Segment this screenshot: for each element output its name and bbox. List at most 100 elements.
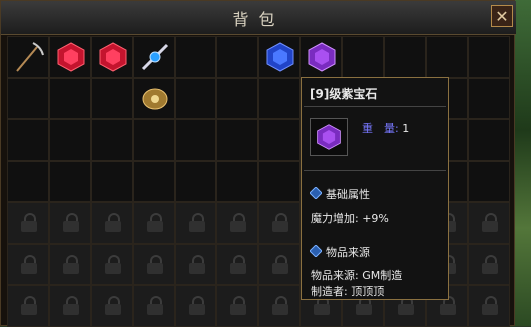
inventory-slot[interactable] <box>174 77 217 119</box>
inventory-slot[interactable] <box>216 77 259 119</box>
lock-icon <box>146 296 163 315</box>
attribute-label: 魔力增加: <box>311 212 359 225</box>
locked-slot[interactable] <box>467 202 510 244</box>
lock-icon <box>188 296 205 315</box>
lock-icon <box>146 213 163 232</box>
locked-slot[interactable] <box>467 285 510 327</box>
close-button[interactable]: ✕ <box>491 5 513 27</box>
source-line: 物品来源: GM制造 <box>311 269 403 282</box>
inventory-slot[interactable] <box>174 119 217 161</box>
inventory-slot[interactable] <box>300 36 343 78</box>
section-basic-attributes: 基础属性 <box>326 188 370 201</box>
locked-slot[interactable] <box>258 202 301 244</box>
locked-slot[interactable] <box>216 243 259 285</box>
locked-slot[interactable] <box>132 285 175 327</box>
inventory-slot[interactable] <box>258 77 301 119</box>
locked-slot[interactable] <box>48 243 91 285</box>
locked-slot[interactable] <box>48 285 91 327</box>
lock-icon <box>104 296 121 315</box>
inventory-slot[interactable] <box>467 160 510 202</box>
purple-gem-icon[interactable] <box>306 41 338 73</box>
inventory-slot[interactable] <box>90 119 133 161</box>
inventory-slot[interactable] <box>48 36 91 78</box>
inventory-slot[interactable] <box>174 36 217 78</box>
lock-icon <box>230 213 247 232</box>
lock-icon <box>104 213 121 232</box>
inventory-slot[interactable] <box>90 36 133 78</box>
lock-icon <box>21 213 37 232</box>
lock-icon <box>21 254 37 274</box>
window-title: 背包 <box>232 10 285 29</box>
inventory-slot[interactable] <box>216 160 259 202</box>
lock-icon <box>272 254 289 274</box>
inventory-slot[interactable] <box>467 77 510 119</box>
locked-slot[interactable] <box>174 285 217 327</box>
lock-icon <box>481 254 498 274</box>
lock-icon <box>230 296 247 315</box>
locked-slot[interactable] <box>467 243 510 285</box>
gold-ornament-icon[interactable] <box>139 83 171 115</box>
locked-slot[interactable] <box>132 202 175 244</box>
attribute-value: +9% <box>362 212 389 225</box>
item-icon-frame <box>310 118 348 156</box>
inventory-slot[interactable] <box>467 119 510 161</box>
inventory-slot[interactable] <box>342 36 385 78</box>
locked-slot[interactable] <box>7 243 49 285</box>
inventory-slot[interactable] <box>258 119 301 161</box>
locked-slot[interactable] <box>90 285 133 327</box>
inventory-slot[interactable] <box>7 36 49 78</box>
inventory-slot[interactable] <box>132 77 175 119</box>
locked-slot[interactable] <box>258 285 301 327</box>
inventory-slot[interactable] <box>425 36 468 78</box>
lock-icon <box>62 213 79 232</box>
inventory-slot[interactable] <box>7 77 49 119</box>
lock-icon <box>272 213 289 232</box>
inventory-slot[interactable] <box>90 77 133 119</box>
lock-icon <box>481 213 498 232</box>
inventory-slot[interactable] <box>132 36 175 78</box>
inventory-slot[interactable] <box>132 160 175 202</box>
inventory-slot[interactable] <box>7 119 49 161</box>
locked-slot[interactable] <box>90 243 133 285</box>
inventory-slot[interactable] <box>258 160 301 202</box>
weight-value: 1 <box>402 122 410 135</box>
lock-icon <box>188 213 205 232</box>
inventory-slot[interactable] <box>384 36 426 78</box>
locked-slot[interactable] <box>7 285 49 327</box>
blue-gem-wand-icon[interactable] <box>139 41 171 73</box>
inventory-slot[interactable] <box>216 36 259 78</box>
red-gem-icon[interactable] <box>55 41 87 73</box>
item-name: [9]级紫宝石 <box>310 87 378 101</box>
pickaxe-icon[interactable] <box>13 41 45 73</box>
locked-slot[interactable] <box>90 202 133 244</box>
locked-slot[interactable] <box>132 243 175 285</box>
divider <box>304 170 446 171</box>
inventory-slot[interactable] <box>258 36 301 78</box>
purple-gem-icon <box>317 124 341 150</box>
lock-icon <box>188 254 205 274</box>
inventory-slot[interactable] <box>132 119 175 161</box>
locked-slot[interactable] <box>7 202 49 244</box>
blue-gem-icon[interactable] <box>264 41 296 73</box>
inventory-slot[interactable] <box>48 77 91 119</box>
inventory-slot[interactable] <box>174 160 217 202</box>
locked-slot[interactable] <box>216 202 259 244</box>
inventory-slot[interactable] <box>216 119 259 161</box>
locked-slot[interactable] <box>174 202 217 244</box>
lock-icon <box>146 254 163 274</box>
inventory-slot[interactable] <box>48 119 91 161</box>
locked-slot[interactable] <box>174 243 217 285</box>
lock-icon <box>104 254 121 274</box>
inventory-slot[interactable] <box>7 160 49 202</box>
inventory-slot[interactable] <box>48 160 91 202</box>
locked-slot[interactable] <box>258 243 301 285</box>
inventory-slot[interactable] <box>90 160 133 202</box>
diamond-bullet-icon <box>310 187 322 199</box>
title-bar[interactable]: 背包 ✕ <box>1 1 516 35</box>
item-weight: 重 量: 1 <box>362 120 409 136</box>
locked-slot[interactable] <box>216 285 259 327</box>
locked-slot[interactable] <box>48 202 91 244</box>
lock-icon <box>230 254 247 274</box>
inventory-slot[interactable] <box>467 36 510 78</box>
red-gem-icon[interactable] <box>97 41 129 73</box>
